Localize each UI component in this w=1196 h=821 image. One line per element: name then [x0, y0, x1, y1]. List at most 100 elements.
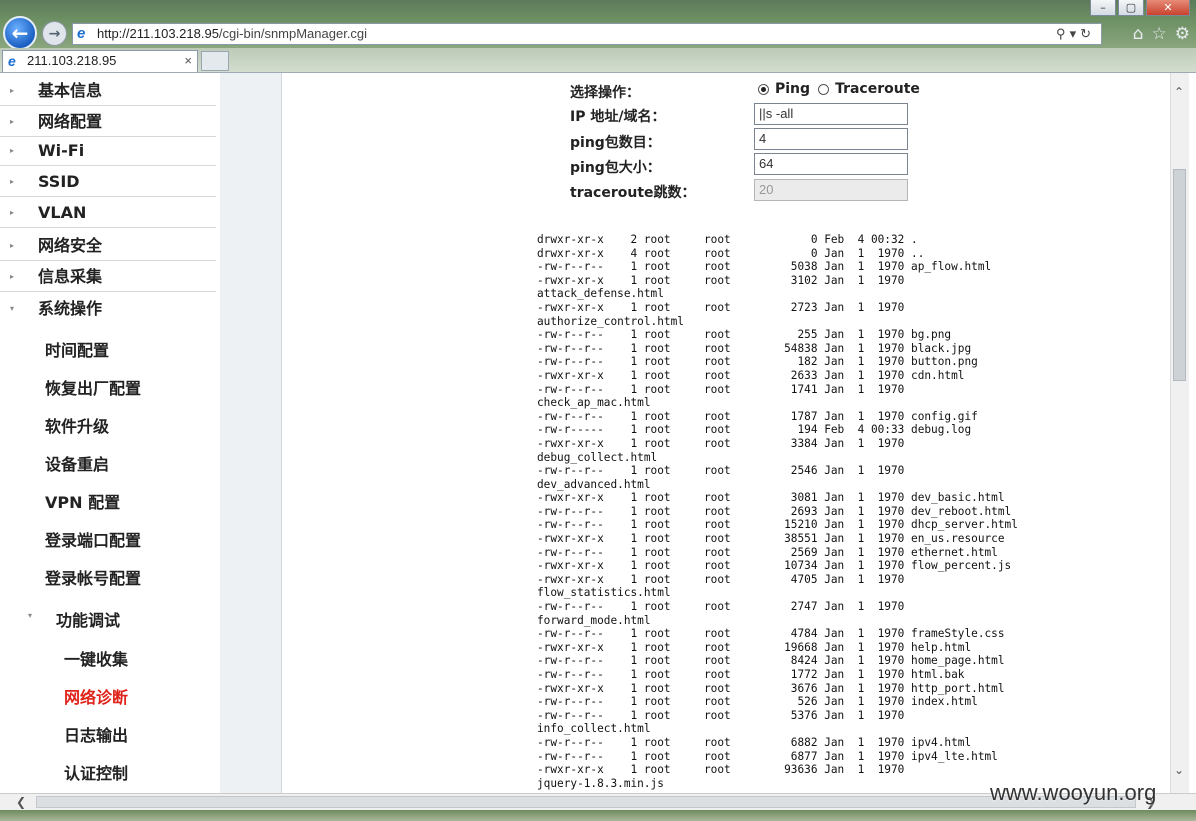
output-line: -rw-r--r-- 1 root root 255 Jan 1 1970 bg…: [537, 328, 952, 342]
sidebar-sub-time-config[interactable]: 时间配置: [45, 337, 109, 361]
output-line: -rw-r--r-- 1 root root 54838 Jan 1 1970 …: [537, 341, 972, 355]
host-input[interactable]: ||s -all: [754, 103, 908, 125]
sidebar-item-auth-control[interactable]: 认证控制: [64, 760, 128, 784]
sidebar-sub-factory-reset[interactable]: 恢复出厂配置: [45, 375, 141, 399]
output-line: dev_advanced.html: [537, 477, 651, 491]
address-tools[interactable]: ⚲▾↻: [1056, 24, 1095, 44]
output-line: -rw-r--r-- 1 root root 526 Jan 1 1970 in…: [537, 695, 978, 709]
output-line: -rw-r--r-- 1 root root 182 Jan 1 1970 bu…: [537, 355, 978, 369]
ping-radio-label[interactable]: Ping: [775, 81, 810, 97]
sidebar-item-log-output[interactable]: 日志输出: [64, 722, 128, 746]
home-icon[interactable]: ⌂: [1133, 24, 1144, 44]
hops-label: traceroute跳数：: [570, 185, 696, 201]
minimize-button[interactable]: –: [1090, 0, 1116, 16]
output-line: authorize_control.html: [537, 314, 684, 328]
output-line: -rwxr-xr-x 1 root root 3102 Jan 1 1970: [537, 273, 905, 287]
diagnosis-panel: 选择操作： Ping Traceroute IP 地址/域名： ||s -all…: [282, 73, 1170, 794]
chevron-down-icon: ▾: [28, 611, 33, 620]
traceroute-radio-label[interactable]: Traceroute: [835, 81, 920, 97]
sidebar-item-basic-info[interactable]: ▸ 基本信息: [0, 77, 216, 106]
back-button[interactable]: ←: [3, 16, 37, 50]
sidebar-item-one-click-collect[interactable]: 一键收集: [64, 646, 128, 670]
arrow-right-icon: →: [48, 25, 61, 42]
output-line: forward_mode.html: [537, 613, 651, 627]
output-line: drwxr-xr-x 2 root root 0 Feb 4 00:32 .: [537, 233, 918, 246]
output-line: -rw-r--r-- 1 root root 4784 Jan 1 1970 f…: [537, 627, 1005, 641]
url-path: /cgi-bin/snmpManager.cgi: [218, 26, 368, 41]
hops-input: 20: [754, 179, 908, 201]
sidebar-sub-vpn-config[interactable]: VPN 配置: [45, 489, 120, 513]
maximize-button[interactable]: ▢: [1118, 0, 1144, 16]
output-line: -rw-r----- 1 root root 194 Feb 4 00:33 d…: [537, 423, 972, 437]
chevron-right-icon: ▸: [10, 208, 15, 217]
tab-title: 211.103.218.95: [27, 53, 117, 68]
address-bar[interactable]: e http://211.103.218.95/cgi-bin/snmpMana…: [72, 23, 1102, 45]
sidebar-item-network-security[interactable]: ▸ 网络安全: [0, 232, 216, 261]
sidebar-sub-device-reboot[interactable]: 设备重启: [45, 451, 109, 475]
output-line: -rwxr-xr-x 1 root root 2723 Jan 1 1970: [537, 300, 905, 314]
sidebar-item-vlan[interactable]: ▸ VLAN: [0, 199, 216, 228]
size-input[interactable]: 64: [754, 153, 908, 175]
output-line: jquery-1.8.3.min.js: [537, 776, 664, 790]
chevron-right-icon: ▸: [10, 117, 15, 126]
output-line: drwxr-xr-x 4 root root 0 Jan 1 1970 ..: [537, 246, 925, 260]
output-line: -rw-r--r-- 1 root root 1772 Jan 1 1970 h…: [537, 668, 965, 681]
output-line: debug_collect.html: [537, 450, 658, 464]
output-line: attack_defense.html: [537, 287, 664, 301]
sidebar-item-wifi[interactable]: ▸ Wi-Fi: [0, 137, 216, 166]
url-host: http://211.103.218.95: [97, 26, 219, 41]
output-line: -rwxr-xr-x 1 root root 93636 Jan 1 1970: [537, 763, 905, 777]
chevron-right-icon: ▸: [10, 146, 15, 155]
tab-bar: e 211.103.218.95 ×: [0, 48, 1196, 72]
operation-radio-group: Ping Traceroute: [758, 81, 920, 97]
ie-icon: e: [8, 53, 16, 69]
traceroute-radio[interactable]: [818, 83, 830, 95]
vertical-scrollbar[interactable]: ⌃ ⌄: [1170, 73, 1189, 794]
arrow-left-icon: ←: [11, 21, 29, 45]
scroll-up-icon[interactable]: ⌃: [1174, 85, 1184, 99]
output-line: check_ap_mac.html: [537, 396, 651, 410]
status-strip: [0, 810, 1196, 821]
ping-radio[interactable]: [758, 83, 769, 95]
sidebar-group-debug[interactable]: 功能调试: [56, 607, 120, 631]
output-line: -rwxr-xr-x 1 root root 2633 Jan 1 1970 c…: [537, 368, 965, 382]
scroll-thumb[interactable]: [1173, 169, 1186, 381]
sidebar-item-info-collect[interactable]: ▸ 信息采集: [0, 263, 216, 292]
browser-toolbar: ⌂ ☆ ⚙: [1133, 24, 1190, 44]
sidebar-item-system-ops[interactable]: ▾ 系统操作: [0, 295, 216, 323]
size-label: ping包大小：: [570, 160, 661, 176]
chevron-right-icon: ▸: [10, 177, 15, 186]
chevron-right-icon: ▸: [10, 241, 15, 250]
sidebar-item-ssid[interactable]: ▸ SSID: [0, 168, 216, 197]
output-line: -rw-r--r-- 1 root root 5376 Jan 1 1970: [537, 708, 905, 722]
close-tab-icon[interactable]: ×: [184, 51, 192, 71]
scroll-down-icon[interactable]: ⌄: [1174, 763, 1184, 777]
scroll-left-icon[interactable]: ❮: [16, 794, 26, 811]
settings-icon[interactable]: ⚙: [1175, 24, 1190, 44]
host-label: IP 地址/域名：: [570, 109, 666, 125]
new-tab-button[interactable]: [201, 51, 229, 71]
forward-button[interactable]: →: [42, 21, 67, 46]
output-line: -rw-r--r-- 1 root root 15210 Jan 1 1970 …: [537, 518, 1018, 532]
chevron-right-icon: ▸: [10, 86, 15, 95]
count-label: ping包数目：: [570, 135, 661, 151]
close-window-button[interactable]: ✕: [1146, 0, 1190, 16]
sidebar-item-network-diagnosis[interactable]: 网络诊断: [64, 684, 128, 708]
output-line: flow_statistics.html: [537, 586, 671, 600]
sidebar-item-network-config[interactable]: ▸ 网络配置: [0, 108, 216, 137]
output-line: -rwxr-xr-x 1 root root 3384 Jan 1 1970: [537, 436, 905, 450]
output-line: info_collect.html: [537, 722, 651, 736]
favorites-icon[interactable]: ☆: [1152, 24, 1167, 44]
output-line: -rw-r--r-- 1 root root 2546 Jan 1 1970: [537, 464, 905, 478]
output-line: -rw-r--r-- 1 root root 6877 Jan 1 1970 i…: [537, 749, 998, 763]
address-url[interactable]: http://211.103.218.95/cgi-bin/snmpManage…: [97, 24, 367, 44]
sidebar-sub-software-upgrade[interactable]: 软件升级: [45, 413, 109, 437]
sidebar-sub-login-account[interactable]: 登录帐号配置: [45, 565, 141, 589]
count-input[interactable]: 4: [754, 128, 908, 150]
output-line: -rw-r--r-- 1 root root 2569 Jan 1 1970 e…: [537, 545, 998, 559]
chevron-right-icon: ▸: [10, 272, 15, 281]
scroll-thumb-horizontal[interactable]: [36, 796, 1136, 808]
browser-tab[interactable]: e 211.103.218.95 ×: [2, 50, 198, 72]
output-line: -rw-r--r-- 1 root root 1741 Jan 1 1970: [537, 382, 905, 396]
sidebar-sub-login-port[interactable]: 登录端口配置: [45, 527, 141, 551]
